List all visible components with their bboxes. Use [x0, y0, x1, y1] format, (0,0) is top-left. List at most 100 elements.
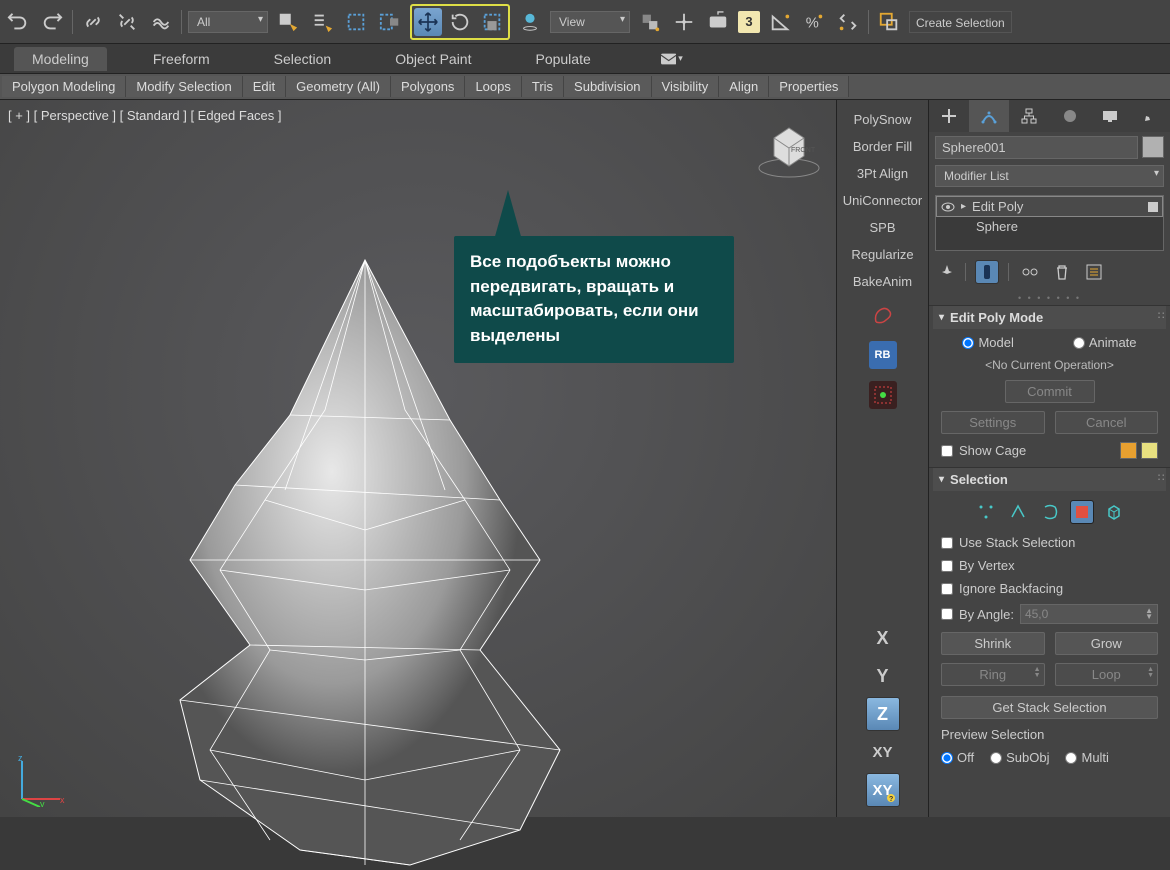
ribbon-polygons[interactable]: Polygons — [391, 76, 465, 97]
placement-tool-icon[interactable] — [516, 8, 544, 36]
panel-tab-utilities-icon[interactable] — [1130, 100, 1170, 132]
mail-icon[interactable]: ▾ — [661, 52, 683, 66]
object-color-swatch[interactable] — [1142, 136, 1164, 158]
preview-off-radio[interactable]: Off — [941, 750, 974, 765]
viewport-canvas[interactable]: [ + ] [ Perspective ] [ Standard ] [ Edg… — [0, 100, 836, 817]
percent-snap-icon[interactable]: % — [800, 8, 828, 36]
spinner-snap-icon[interactable] — [834, 8, 862, 36]
radio-animate[interactable]: Animate — [1073, 335, 1137, 350]
settings-button[interactable]: Settings — [941, 411, 1045, 434]
plugin-regularize[interactable]: Regularize — [851, 247, 913, 262]
panel-tab-display-icon[interactable] — [1090, 100, 1130, 132]
get-stack-selection-button[interactable]: Get Stack Selection — [941, 696, 1158, 719]
modifier-list-dropdown[interactable]: Modifier List — [935, 165, 1164, 187]
remove-modifier-icon[interactable] — [1051, 261, 1073, 283]
axis-constraint-y[interactable]: Y — [866, 659, 900, 693]
use-pivot-center-icon[interactable] — [636, 8, 664, 36]
grow-button[interactable]: Grow — [1055, 632, 1159, 655]
by-angle-spinner[interactable]: 45,0▲▼ — [1020, 604, 1158, 624]
ring-button[interactable]: Ring▲▼ — [941, 663, 1045, 686]
plugin-marquee-icon[interactable] — [869, 381, 897, 409]
tab-populate[interactable]: Populate — [517, 47, 608, 71]
tab-freeform[interactable]: Freeform — [135, 47, 228, 71]
by-angle-checkbox[interactable]: By Angle: — [941, 607, 1014, 622]
tab-selection[interactable]: Selection — [256, 47, 350, 71]
viewport-label[interactable]: [ + ] [ Perspective ] [ Standard ] [ Edg… — [8, 108, 282, 123]
ribbon-visibility[interactable]: Visibility — [652, 76, 720, 97]
snap-3-icon[interactable]: 3 — [738, 11, 760, 33]
ribbon-subdivision[interactable]: Subdivision — [564, 76, 652, 97]
cage-color-1[interactable] — [1120, 442, 1137, 459]
object-name-field[interactable] — [935, 136, 1138, 159]
commit-button[interactable]: Commit — [1005, 380, 1095, 403]
bind-spacewarp-icon[interactable] — [147, 8, 175, 36]
rollout-selection-header[interactable]: Selection:: — [933, 468, 1166, 491]
radio-model[interactable]: Model — [962, 335, 1013, 350]
tab-modeling[interactable]: Modeling — [14, 47, 107, 71]
plugin-3pt-align[interactable]: 3Pt Align — [857, 166, 908, 181]
shrink-button[interactable]: Shrink — [941, 632, 1045, 655]
ribbon-tris[interactable]: Tris — [522, 76, 564, 97]
plugin-script-dragon-icon[interactable] — [869, 301, 897, 329]
panel-tab-hierarchy-icon[interactable] — [1009, 100, 1049, 132]
by-vertex-checkbox[interactable]: By Vertex — [941, 558, 1158, 573]
preview-subobj-radio[interactable]: SubObj — [990, 750, 1049, 765]
ref-coord-dropdown[interactable]: View — [550, 11, 630, 33]
plugin-polysnow[interactable]: PolySnow — [854, 112, 912, 127]
ignore-backfacing-checkbox[interactable]: Ignore Backfacing — [941, 581, 1158, 596]
unlink-icon[interactable] — [113, 8, 141, 36]
ribbon-properties[interactable]: Properties — [769, 76, 849, 97]
ribbon-loops[interactable]: Loops — [465, 76, 521, 97]
panel-tab-create-icon[interactable] — [929, 100, 969, 132]
plugin-rb-icon[interactable]: RB — [869, 341, 897, 369]
ribbon-align[interactable]: Align — [719, 76, 769, 97]
named-sel-set-icon[interactable] — [875, 8, 903, 36]
show-cage-checkbox[interactable] — [941, 445, 953, 457]
subobj-element-icon[interactable] — [1103, 501, 1125, 523]
keyboard-shortcut-icon[interactable] — [704, 8, 732, 36]
ribbon-polygon-modeling[interactable]: Polygon Modeling — [2, 76, 126, 97]
axis-constraint-x[interactable]: X — [866, 621, 900, 655]
window-crossing-icon[interactable] — [376, 8, 404, 36]
cancel-button[interactable]: Cancel — [1055, 411, 1159, 434]
angle-snap-icon[interactable] — [766, 8, 794, 36]
show-end-result-icon[interactable] — [976, 261, 998, 283]
cage-color-2[interactable] — [1141, 442, 1158, 459]
create-selection-set-button[interactable]: Create Selection — [909, 11, 1012, 33]
subobj-polygon-icon[interactable] — [1071, 501, 1093, 523]
axis-constraint-xy-lock[interactable]: XY? — [866, 773, 900, 807]
subobj-border-icon[interactable] — [1039, 501, 1061, 523]
panel-tab-modify-icon[interactable] — [969, 100, 1009, 132]
configure-modifier-sets-icon[interactable] — [1083, 261, 1105, 283]
selection-filter-dropdown[interactable]: All — [188, 11, 268, 33]
move-tool-icon[interactable] — [414, 8, 442, 36]
panel-tab-motion-icon[interactable] — [1050, 100, 1090, 132]
manipulate-icon[interactable] — [670, 8, 698, 36]
subobj-edge-icon[interactable] — [1007, 501, 1029, 523]
modifier-stack[interactable]: ▸ Edit Poly Sphere — [935, 195, 1164, 251]
plugin-border-fill[interactable]: Border Fill — [853, 139, 912, 154]
modifier-edit-poly-row[interactable]: ▸ Edit Poly — [936, 196, 1163, 217]
undo-icon[interactable] — [4, 8, 32, 36]
view-cube[interactable]: FRONT — [756, 120, 822, 182]
select-by-name-icon[interactable] — [308, 8, 336, 36]
use-stack-selection-checkbox[interactable]: Use Stack Selection — [941, 535, 1158, 550]
subobj-vertex-icon[interactable] — [975, 501, 997, 523]
plugin-spb[interactable]: SPB — [869, 220, 895, 235]
preview-multi-radio[interactable]: Multi — [1065, 750, 1108, 765]
axis-constraint-xy[interactable]: XY — [866, 735, 900, 769]
tab-object-paint[interactable]: Object Paint — [377, 47, 489, 71]
scale-tool-icon[interactable] — [478, 8, 506, 36]
select-object-icon[interactable] — [274, 8, 302, 36]
ribbon-geometry-all[interactable]: Geometry (All) — [286, 76, 391, 97]
pin-stack-icon[interactable] — [939, 261, 955, 283]
plugin-bakeanim[interactable]: BakeAnim — [853, 274, 912, 289]
rect-region-icon[interactable] — [342, 8, 370, 36]
rotate-tool-icon[interactable] — [446, 8, 474, 36]
modifier-sphere-row[interactable]: Sphere — [936, 217, 1163, 236]
ribbon-edit[interactable]: Edit — [243, 76, 286, 97]
loop-button[interactable]: Loop▲▼ — [1055, 663, 1159, 686]
axis-constraint-z[interactable]: Z — [866, 697, 900, 731]
rollout-edit-poly-mode-header[interactable]: Edit Poly Mode:: — [933, 306, 1166, 329]
ribbon-modify-selection[interactable]: Modify Selection — [126, 76, 242, 97]
